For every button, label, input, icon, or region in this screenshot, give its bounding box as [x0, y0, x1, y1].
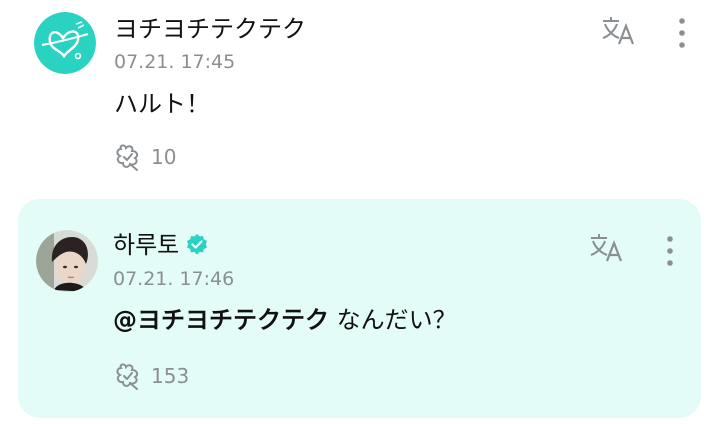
- more-vertical-icon: [679, 18, 685, 48]
- author-name[interactable]: 하루토: [113, 230, 209, 260]
- reply-comment: 하루토 07.21. 17:46 @ヨチヨチテクテク なんだい？ 153: [18, 199, 701, 418]
- like-count: 153: [151, 364, 190, 388]
- timestamp: 07.21. 17:45: [114, 51, 236, 73]
- more-vertical-icon: [667, 236, 673, 266]
- like-icon: [116, 363, 139, 390]
- mention-link[interactable]: @ヨチヨチテクテク: [113, 306, 329, 334]
- author-name-text: 하루토: [113, 231, 180, 259]
- like-count: 10: [151, 145, 177, 169]
- more-options-button[interactable]: [674, 16, 690, 50]
- like-button[interactable]: 10: [113, 142, 176, 172]
- comment-body: なんだい？: [329, 306, 457, 334]
- more-options-button[interactable]: [662, 234, 678, 268]
- comment-text: ハルト！: [114, 90, 210, 118]
- translate-icon: [590, 234, 623, 262]
- comment-text: @ヨチヨチテクテク なんだい？: [113, 304, 457, 336]
- translate-button[interactable]: [589, 233, 625, 263]
- translate-icon: [602, 17, 635, 45]
- butterfly-logo-icon: [34, 12, 96, 74]
- like-button[interactable]: 153: [113, 361, 189, 391]
- profile-photo-icon: [36, 230, 98, 292]
- translate-button[interactable]: [601, 16, 637, 46]
- author-name[interactable]: ヨチヨチテクテク: [114, 14, 306, 44]
- avatar[interactable]: [34, 12, 96, 74]
- avatar[interactable]: [36, 230, 98, 292]
- like-icon: [116, 144, 139, 171]
- timestamp: 07.21. 17:46: [113, 268, 235, 290]
- verified-badge-icon: [187, 234, 208, 255]
- comment-post: ヨチヨチテクテク 07.21. 17:45 ハルト！ 10: [0, 0, 720, 190]
